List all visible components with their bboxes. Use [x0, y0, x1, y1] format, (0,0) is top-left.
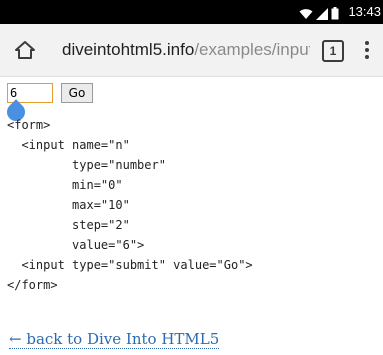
code-line: </form>: [7, 278, 58, 292]
home-icon: [15, 41, 35, 59]
tab-switcher-button[interactable]: 1: [322, 40, 344, 62]
page-content: 6 Go <form> <input name="n" type="number…: [0, 77, 383, 355]
back-link[interactable]: ← back to Dive Into HTML5: [9, 330, 220, 349]
menu-dot: [365, 48, 369, 52]
url-path: /examples/input-: [194, 40, 310, 59]
url-host: diveintohtml5.info: [62, 40, 195, 59]
status-bar: 13:43: [0, 0, 383, 24]
code-line: min="0": [7, 178, 123, 192]
code-line: step="2": [7, 218, 130, 232]
go-button[interactable]: Go: [61, 83, 93, 103]
code-line: <form>: [7, 118, 51, 132]
signal-icon: [316, 8, 328, 20]
menu-dot: [365, 41, 369, 45]
browser-toolbar: diveintohtml5.info/examples/input- 1: [0, 24, 383, 77]
code-line: value="6">: [7, 238, 145, 252]
address-bar[interactable]: diveintohtml5.info/examples/input-: [62, 38, 310, 62]
wifi-icon: [299, 9, 313, 19]
code-line: <input type="submit" value="Go">: [7, 258, 253, 272]
status-icons: [299, 4, 339, 20]
overflow-menu-icon[interactable]: [361, 37, 373, 63]
code-line: <input name="n": [7, 138, 130, 152]
code-line: type="number": [7, 158, 166, 172]
battery-icon: [331, 7, 339, 20]
source-code-listing: <form> <input name="n" type="number" min…: [7, 115, 253, 295]
home-button[interactable]: [8, 33, 42, 67]
status-time: 13:43: [348, 4, 381, 19]
menu-dot: [365, 55, 369, 59]
code-line: max="10": [7, 198, 130, 212]
